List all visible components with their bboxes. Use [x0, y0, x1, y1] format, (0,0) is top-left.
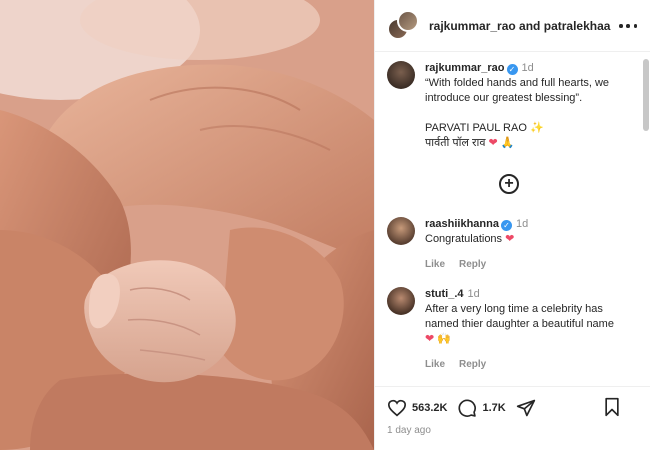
- add-comment-icon[interactable]: +: [499, 174, 519, 194]
- share-button[interactable]: [516, 398, 536, 418]
- avatar[interactable]: [387, 287, 415, 315]
- comment-username[interactable]: stuti_.4: [425, 288, 464, 300]
- caption-line-1: “With folded hands and full hearts, we i…: [425, 77, 610, 104]
- comment-text: Congratulations: [425, 233, 503, 245]
- save-button[interactable]: [603, 397, 621, 417]
- post-header: rajkummar_rao and patralekhaa: [375, 0, 650, 52]
- comment-item: stuti_.4 1d After a very long time a cele…: [387, 287, 627, 372]
- post-footer: 563.2K 1.7K 1 day ago: [375, 386, 650, 450]
- folded-hands-icon: 🙏: [500, 137, 515, 149]
- caption-line-3: पार्वती पॉल राव: [425, 137, 486, 149]
- comment-button[interactable]: 1.7K: [457, 398, 506, 418]
- comment-item: raashiikhanna ✓ 1d Congratulations ❤ Like R…: [387, 217, 627, 272]
- more-icon[interactable]: [619, 18, 637, 34]
- avatar: [397, 9, 419, 32]
- comment-text: After a very long time a celebrity has n…: [425, 303, 614, 330]
- heart-emoji-icon: ❤: [488, 137, 498, 149]
- raising-hands-icon: 🙌: [437, 333, 451, 345]
- author-link[interactable]: rajkummar_rao: [429, 19, 516, 33]
- sparkles-icon: ✨: [529, 122, 544, 134]
- post-actions: 563.2K 1.7K: [387, 397, 639, 419]
- reply-button[interactable]: Reply: [459, 259, 486, 270]
- author-link[interactable]: patralekhaa: [544, 19, 611, 33]
- like-button[interactable]: 563.2K: [387, 399, 447, 417]
- authors-conjunction: and: [515, 18, 544, 33]
- bookmark-icon: [605, 397, 619, 417]
- caption-time: 1d: [521, 62, 534, 74]
- comments-count: 1.7K: [482, 402, 506, 414]
- like-comment-button[interactable]: Like: [425, 259, 445, 270]
- avatar[interactable]: [387, 217, 415, 245]
- post-authors: rajkummar_rao and patralekhaa: [429, 19, 610, 33]
- hands-photo-illustration: [0, 0, 374, 450]
- heart-emoji-icon: ❤: [505, 233, 515, 245]
- caption-line-2: PARVATI PAUL RAO: [425, 122, 527, 134]
- share-icon: [516, 399, 535, 417]
- post-caption: rajkummar_rao ✓ 1d “With folded hands and …: [387, 61, 627, 151]
- collab-avatars[interactable]: [387, 9, 419, 42]
- reply-button[interactable]: Reply: [459, 359, 486, 370]
- avatar[interactable]: [387, 61, 415, 89]
- post-side-panel: rajkummar_rao and patralekhaa rajkummar_…: [374, 0, 650, 450]
- comments-section[interactable]: rajkummar_rao ✓ 1d “With folded hands and …: [375, 53, 650, 385]
- comment-icon: [458, 399, 477, 417]
- scrollbar[interactable]: [643, 59, 649, 131]
- heart-emoji-icon: ❤: [425, 333, 435, 345]
- caption-username[interactable]: rajkummar_rao: [425, 62, 505, 74]
- verified-badge-icon: ✓: [500, 220, 512, 231]
- comment-time: 1d: [515, 218, 529, 230]
- likes-count: 563.2K: [412, 402, 448, 414]
- like-comment-button[interactable]: Like: [425, 359, 445, 370]
- verified-badge-icon: ✓: [506, 64, 518, 75]
- comment-time: 1d: [467, 288, 480, 300]
- heart-icon: [387, 399, 407, 417]
- post-date: 1 day ago: [387, 425, 431, 436]
- comment-username[interactable]: raashiikhanna: [425, 218, 499, 230]
- post-photo: [0, 0, 374, 450]
